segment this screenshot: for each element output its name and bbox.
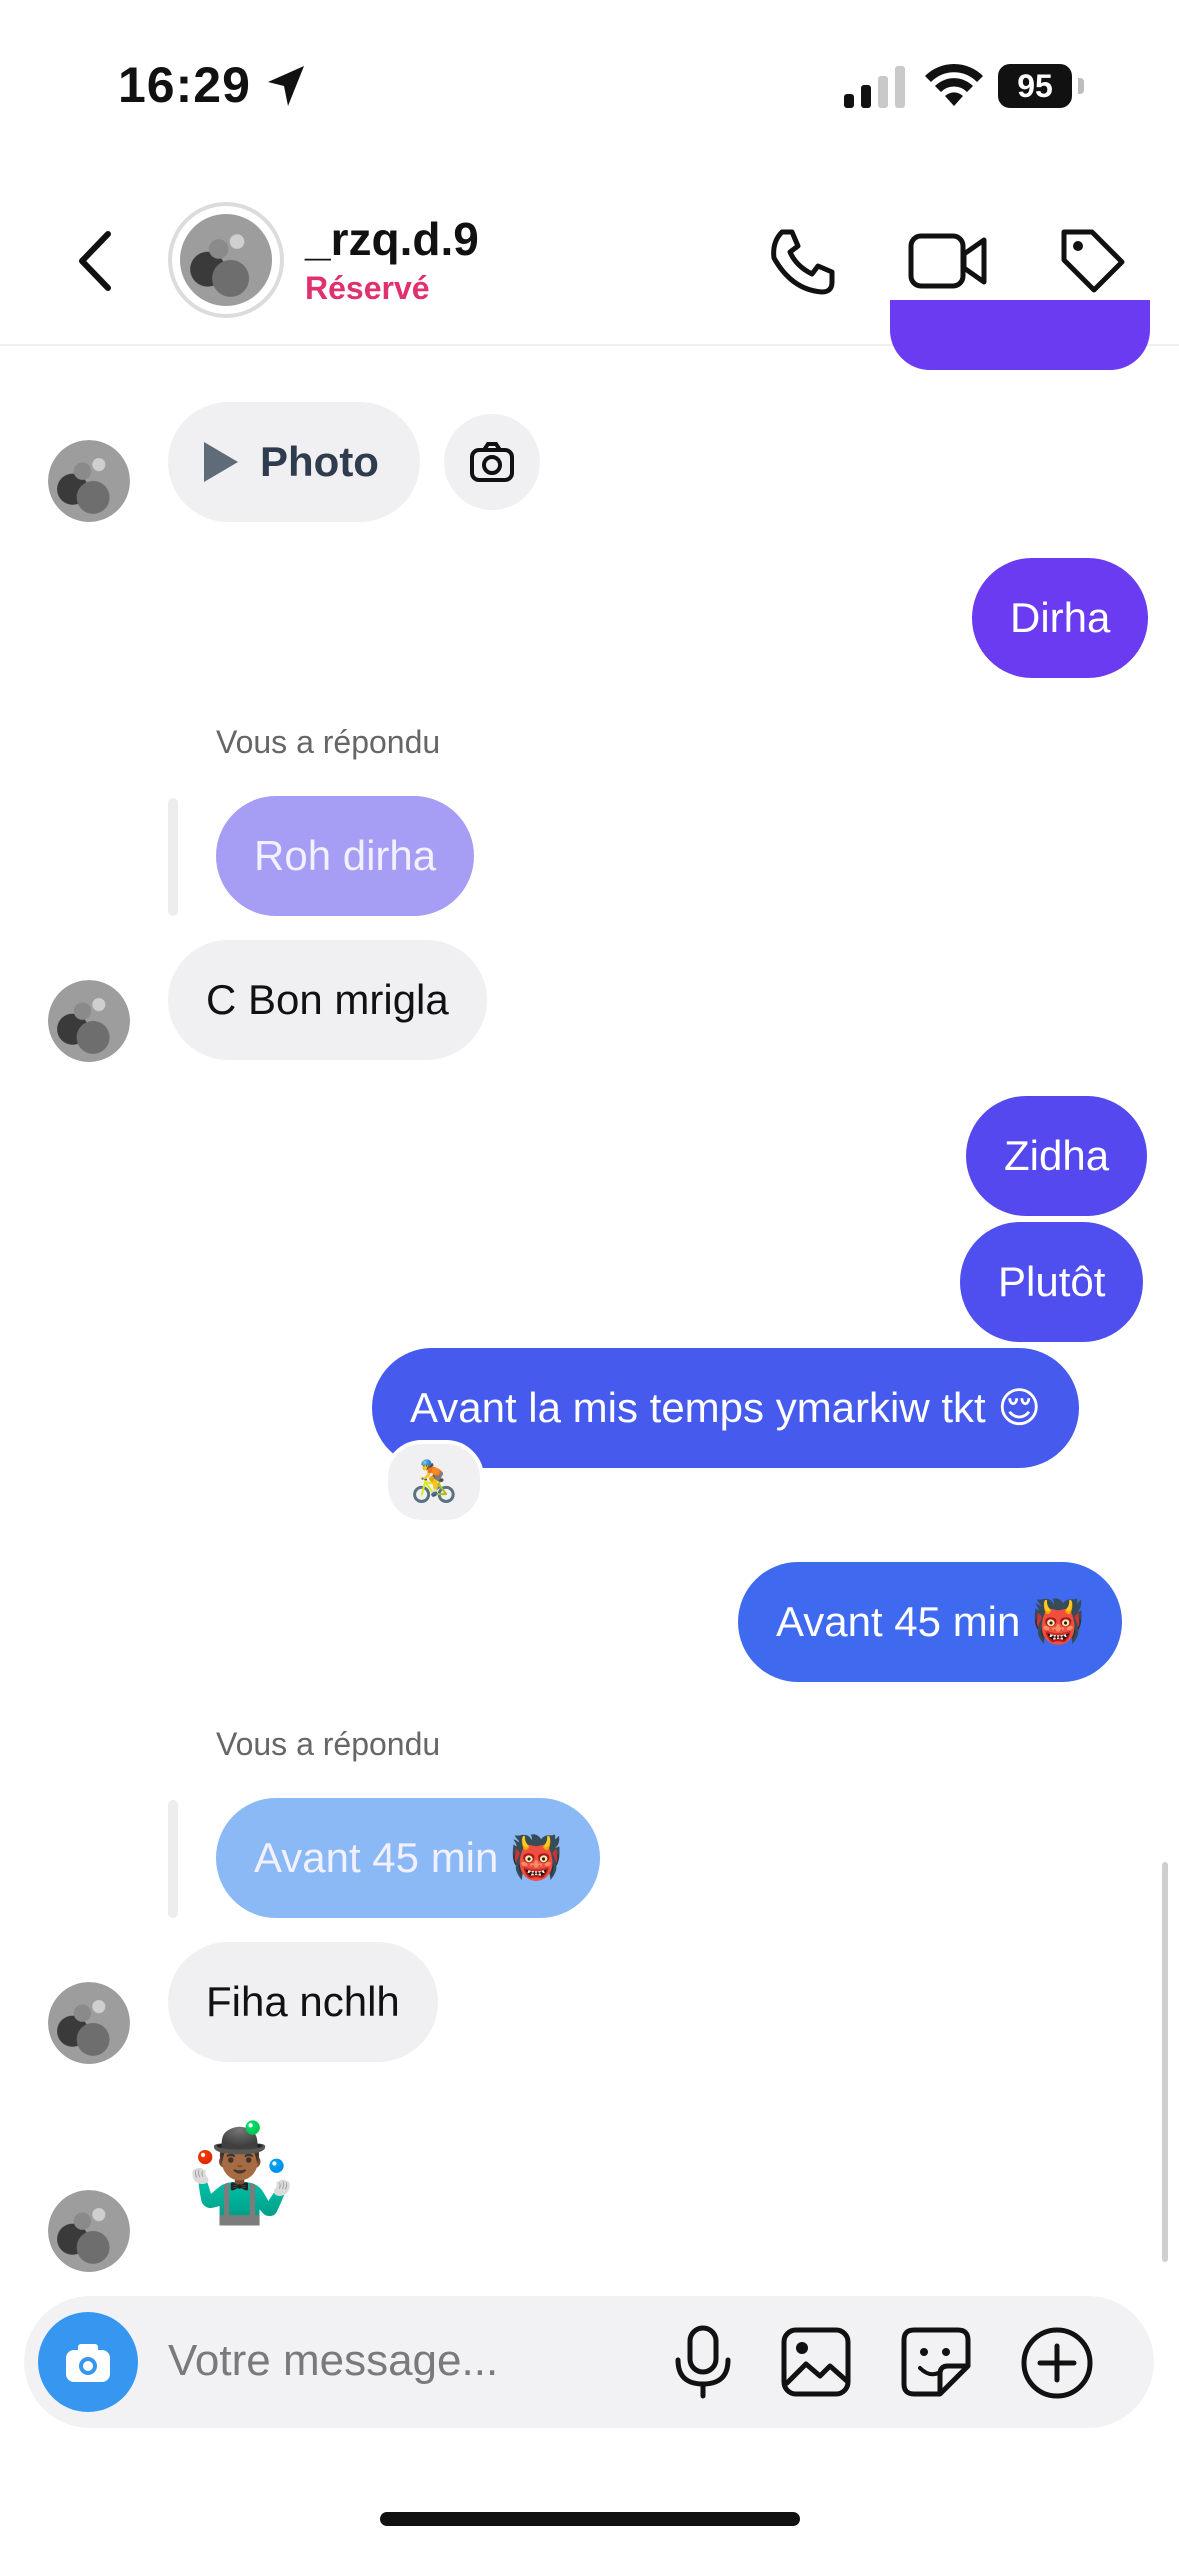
battery-level: 95 <box>998 64 1072 108</box>
incoming-message[interactable]: Fiha nchlh <box>168 1942 438 2062</box>
battery-indicator: 95 <box>998 64 1084 108</box>
header-avatar[interactable] <box>168 202 284 318</box>
message-bubble-partial[interactable] <box>890 300 1150 370</box>
message-input[interactable]: Votre message... <box>168 2336 498 2386</box>
contact-avatar[interactable] <box>48 980 130 1062</box>
reply-quote-bar <box>168 798 178 916</box>
outgoing-message[interactable]: Dirha <box>972 558 1149 678</box>
back-chevron-icon[interactable] <box>72 228 118 294</box>
reply-quote-bar <box>168 1800 178 1918</box>
camera-button[interactable] <box>38 2312 138 2412</box>
photo-message[interactable]: Photo <box>168 402 420 522</box>
gallery-icon[interactable] <box>780 2326 852 2398</box>
outgoing-message[interactable]: Avant 45 min 👹 <box>738 1562 1123 1682</box>
plus-icon[interactable] <box>1020 2326 1094 2400</box>
scrollbar[interactable] <box>1162 1862 1168 2262</box>
contact-status: Réservé <box>305 270 430 306</box>
camera-icon <box>66 2344 110 2382</box>
camera-reply-button[interactable] <box>444 414 540 510</box>
contact-username[interactable]: _rzq.d.9 <box>305 212 479 266</box>
wifi-icon <box>925 63 983 106</box>
cellular-signal-icon <box>844 66 905 108</box>
video-call-icon[interactable] <box>908 230 988 292</box>
reply-label: Vous a répondu <box>216 1726 441 1762</box>
emoji-message[interactable]: 🤹🏾‍♂️ <box>180 2118 300 2230</box>
microphone-icon[interactable] <box>672 2324 734 2400</box>
status-time: 16:29 <box>118 57 251 113</box>
incoming-message[interactable]: C Bon mrigla <box>168 940 487 1060</box>
reply-label: Vous a répondu <box>216 724 441 760</box>
quoted-message[interactable]: Avant 45 min 👹 <box>216 1798 601 1918</box>
contact-avatar[interactable] <box>48 1982 130 2064</box>
tag-icon[interactable] <box>1058 226 1126 294</box>
outgoing-message[interactable]: Zidha <box>966 1096 1148 1216</box>
home-indicator <box>380 2512 800 2526</box>
camera-icon <box>470 442 514 482</box>
message-reaction[interactable]: 🚴 <box>384 1440 484 1524</box>
quoted-message[interactable]: Roh dirha <box>216 796 475 916</box>
sticker-icon[interactable] <box>900 2326 972 2398</box>
phone-call-icon[interactable] <box>768 228 836 296</box>
location-arrow-icon <box>268 66 304 106</box>
contact-avatar[interactable] <box>48 2190 130 2272</box>
outgoing-message[interactable]: Plutôt <box>960 1222 1144 1342</box>
outgoing-message[interactable]: Avant la mis temps ymarkiw tkt 😌 <box>372 1348 1080 1468</box>
photo-label: Photo <box>260 438 379 485</box>
play-icon <box>204 442 238 482</box>
contact-avatar[interactable] <box>48 440 130 522</box>
